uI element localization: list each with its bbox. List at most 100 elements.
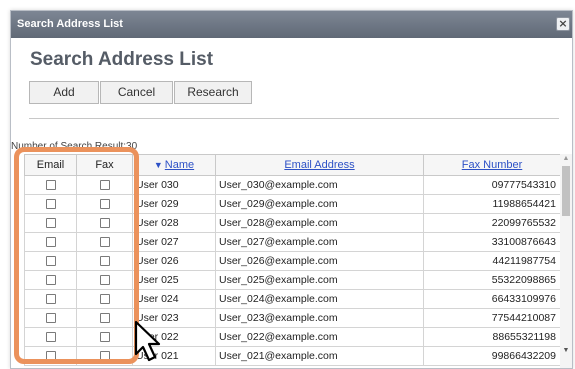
scroll-up-icon[interactable]: ▲ [560,154,572,164]
cell-name: User 027 [132,232,216,252]
email-checkbox[interactable] [45,237,56,248]
fax-checkbox-cell [76,289,133,309]
table-row[interactable]: User 021 User_021@example.com 99866432209 [24,346,560,366]
cell-fax-number: 77544210087 [423,308,560,328]
table-body: User 030 User_030@example.com 09777543310 U… [24,175,560,366]
fax-checkbox[interactable] [99,294,110,305]
close-icon[interactable]: × [556,17,570,31]
scroll-thumb[interactable] [562,166,570,216]
email-checkbox[interactable] [45,218,56,229]
table-row[interactable]: User 024 User_024@example.com 66433109976 [24,289,560,309]
cell-name: User 030 [132,175,216,195]
cell-email-address: User_024@example.com [215,289,424,309]
cell-name: User 025 [132,270,216,290]
table-row[interactable]: User 026 User_026@example.com 44211987754 [24,251,560,271]
vertical-scrollbar[interactable]: ▲ ▼ [560,154,572,368]
email-checkbox[interactable] [45,275,56,286]
column-header-email-address[interactable]: Email Address [215,154,424,176]
fax-checkbox[interactable] [99,332,110,343]
fax-checkbox[interactable] [99,275,110,286]
cell-email-address: User_029@example.com [215,194,424,214]
cell-name: User 024 [132,289,216,309]
cell-email-address: User_030@example.com [215,175,424,195]
email-checkbox[interactable] [45,199,56,210]
sort-descending-icon: ▼ [153,160,163,170]
cell-name: User 022 [132,327,216,347]
fax-checkbox-cell [76,175,133,195]
table-row[interactable]: User 028 User_028@example.com 22099765532 [24,213,560,233]
table-row[interactable]: User 027 User_027@example.com 33100876643 [24,232,560,252]
fax-checkbox[interactable] [99,199,110,210]
cell-fax-number: 55322098865 [423,270,560,290]
divider [29,118,559,119]
table-row[interactable]: User 025 User_025@example.com 55322098865 [24,270,560,290]
page-title: Search Address List [30,49,214,70]
cell-name: User 023 [132,308,216,328]
scroll-down-icon[interactable]: ▼ [560,346,572,356]
cell-name: User 021 [132,346,216,366]
cell-email-address: User_023@example.com [215,308,424,328]
fax-checkbox-cell [76,270,133,290]
fax-checkbox-cell [76,213,133,233]
email-checkbox-cell [24,251,77,271]
address-table-container: Email Fax ▼ Name Email Address Fax Number… [24,154,560,368]
fax-checkbox[interactable] [99,351,110,362]
column-header-name-label: Name [164,159,195,171]
email-checkbox[interactable] [45,332,56,343]
email-checkbox-cell [24,270,77,290]
cell-email-address: User_022@example.com [215,327,424,347]
email-checkbox-cell [24,175,77,195]
table-row[interactable]: User 023 User_023@example.com 77544210087 [24,308,560,328]
fax-checkbox-cell [76,194,133,214]
column-header-name[interactable]: ▼ Name [132,154,216,176]
search-address-list-dialog: Search Address List × Search Address Lis… [10,10,573,369]
fax-checkbox[interactable] [99,180,110,191]
fax-checkbox-cell [76,232,133,252]
cancel-button[interactable]: Cancel [100,81,173,104]
fax-checkbox-cell [76,308,133,328]
column-header-fax-number[interactable]: Fax Number [423,154,560,176]
add-button[interactable]: Add [29,81,99,104]
cell-email-address: User_025@example.com [215,270,424,290]
email-checkbox-cell [24,346,77,366]
cell-fax-number: 99866432209 [423,346,560,366]
email-checkbox[interactable] [45,351,56,362]
research-button[interactable]: Research [174,81,252,104]
cell-fax-number: 22099765532 [423,213,560,233]
cell-email-address: User_027@example.com [215,232,424,252]
table-row[interactable]: User 029 User_029@example.com 11988654421 [24,194,560,214]
cell-name: User 029 [132,194,216,214]
column-header-email: Email [24,154,77,176]
dialog-title: Search Address List [17,18,123,30]
table-header-row: Email Fax ▼ Name Email Address Fax Number [24,154,560,176]
fax-checkbox[interactable] [99,313,110,324]
fax-checkbox-cell [76,346,133,366]
email-checkbox-cell [24,327,77,347]
email-checkbox-cell [24,308,77,328]
email-checkbox-cell [24,194,77,214]
column-header-fax: Fax [76,154,133,176]
email-checkbox[interactable] [45,180,56,191]
cell-fax-number: 33100876643 [423,232,560,252]
cell-fax-number: 44211987754 [423,251,560,271]
fax-checkbox[interactable] [99,218,110,229]
fax-checkbox[interactable] [99,256,110,267]
fax-checkbox-cell [76,327,133,347]
table-row[interactable]: User 022 User_022@example.com 88655321198 [24,327,560,347]
cell-email-address: User_021@example.com [215,346,424,366]
address-table: Email Fax ▼ Name Email Address Fax Number… [24,154,560,366]
email-checkbox[interactable] [45,256,56,267]
fax-checkbox[interactable] [99,237,110,248]
cell-name: User 028 [132,213,216,233]
table-row[interactable]: User 030 User_030@example.com 09777543310 [24,175,560,195]
email-checkbox[interactable] [45,313,56,324]
cell-email-address: User_028@example.com [215,213,424,233]
search-result-count: Number of Search Result:30 [11,141,138,152]
cell-fax-number: 88655321198 [423,327,560,347]
cell-name: User 026 [132,251,216,271]
cell-email-address: User_026@example.com [215,251,424,271]
email-checkbox-cell [24,232,77,252]
cell-fax-number: 66433109976 [423,289,560,309]
email-checkbox-cell [24,289,77,309]
email-checkbox[interactable] [45,294,56,305]
